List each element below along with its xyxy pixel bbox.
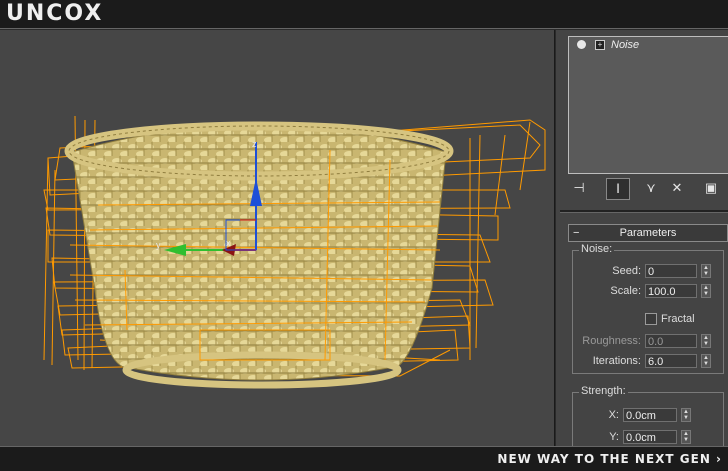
lightbulb-icon[interactable] [577, 40, 586, 49]
fractal-checkbox[interactable] [645, 313, 657, 325]
noise-group-label: Noise: [579, 243, 615, 255]
footer-bar: NEW WAY TO THE NEXT GEN › [0, 446, 728, 471]
parameters-rollout-header[interactable]: − Parameters [568, 224, 728, 242]
strength-y-field[interactable]: 0.0cm [623, 430, 677, 444]
roughness-field[interactable]: 0.0 [645, 334, 697, 348]
make-unique-icon[interactable]: ⋎ [640, 178, 662, 198]
plus-icon[interactable]: + [595, 40, 605, 50]
iterations-label: Iterations: [592, 355, 641, 367]
seed-label: Seed: [612, 265, 641, 277]
remove-modifier-icon[interactable]: ✕ [666, 178, 688, 198]
stack-toolbar: ⊣ Ⅰ ⋎ ✕ ▣ [560, 176, 728, 200]
basket-mesh [64, 121, 454, 389]
fractal-label: Fractal [661, 313, 695, 325]
modifier-name: Noise [611, 39, 640, 51]
strength-x-field[interactable]: 0.0cm [623, 408, 677, 422]
pin-stack-icon[interactable]: ⊣ [568, 178, 590, 198]
rollout-title: Parameters [619, 227, 677, 239]
seed-spinner[interactable]: ▲ ▼ [701, 264, 711, 278]
strength-x-label: X: [608, 409, 619, 421]
logo: UNCOX [6, 1, 104, 26]
scale-spinner[interactable]: ▲ ▼ [701, 284, 711, 298]
strength-group: Strength: X: 0.0cm ▲ ▼ Y: 0.0cm ▲ ▼ [572, 385, 724, 446]
noise-group: Noise: Seed: 0 ▲ ▼ Scale: 100.0 ▲ ▼ Fracta… [572, 243, 724, 374]
strength-y-label: Y: [609, 431, 619, 443]
show-end-result-icon[interactable]: Ⅰ [606, 178, 630, 200]
strength-y-spinner[interactable]: ▲ ▼ [681, 430, 691, 444]
seed-field[interactable]: 0 [645, 264, 697, 278]
roughness-spinner[interactable]: ▲ ▼ [701, 334, 711, 348]
strength-x-spinner[interactable]: ▲ ▼ [681, 408, 691, 422]
gizmo-x-label: x [226, 238, 231, 248]
configure-modifier-sets-icon[interactable]: ▣ [700, 178, 722, 198]
modifier-stack-list[interactable]: + Noise [568, 36, 728, 174]
strength-group-label: Strength: [579, 385, 628, 397]
basket-scene: z y x [43, 115, 546, 389]
gizmo-y-label: y [156, 240, 161, 250]
modifier-stack-item[interactable]: + Noise [571, 38, 728, 52]
modify-panel: + Noise ⊣ Ⅰ ⋎ ✕ ▣ − Parameters Noise: Se… [556, 30, 728, 446]
scale-field[interactable]: 100.0 [645, 284, 697, 298]
roughness-label: Roughness: [582, 335, 641, 347]
title-bar: UNCOX [0, 0, 728, 29]
perspective-viewport[interactable]: z y x [0, 30, 555, 446]
scale-label: Scale: [610, 285, 641, 297]
gizmo-z-label: z [252, 139, 257, 149]
iterations-field[interactable]: 6.0 [645, 354, 697, 368]
tagline: NEW WAY TO THE NEXT GEN › [497, 452, 722, 466]
panel-divider [560, 210, 728, 213]
iterations-spinner[interactable]: ▲ ▼ [701, 354, 711, 368]
